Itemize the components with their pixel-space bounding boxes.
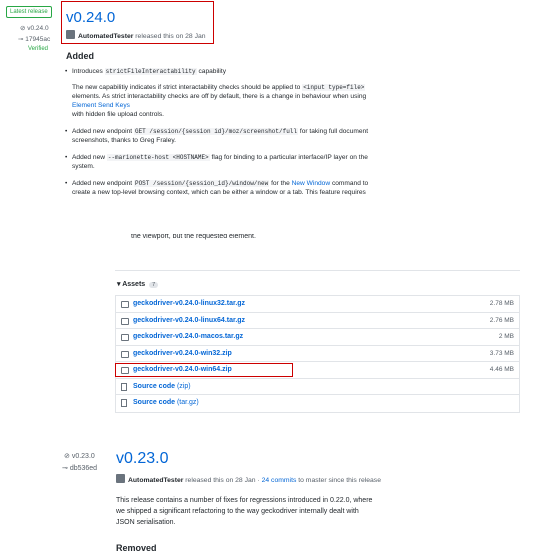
tag-link[interactable]: ⊘ v0.23.0 (64, 452, 95, 460)
assets-toggle[interactable]: ▾ Assets 7 (117, 280, 159, 288)
source-tar-link[interactable]: Source code (tar.gz) (133, 399, 199, 406)
asset-row[interactable]: Source code (tar.gz) (116, 395, 519, 412)
package-icon (121, 301, 129, 308)
inline-code: GET /session/{session id}/moz/screenshot… (133, 128, 299, 135)
asset-size: 3.73 MB (489, 349, 514, 357)
tag-icon: ⊘ (20, 25, 26, 32)
release-title[interactable]: v0.23.0 (116, 450, 168, 468)
tag-label: v0.24.0 (27, 25, 49, 32)
section-heading-removed: Removed (116, 543, 157, 552)
source-zip-link[interactable]: Source code (zip) (133, 383, 191, 390)
item-text: Introduces (72, 68, 103, 75)
avatar[interactable] (116, 474, 125, 483)
asset-link[interactable]: geckodriver-v0.24.0-win32.zip (133, 350, 232, 357)
item-text: elements. As strict interactability chec… (72, 93, 367, 100)
commit-icon: ⊸ (18, 36, 24, 43)
asset-row[interactable]: geckodriver-v0.24.0-macos.tar.gz 2 MB (116, 329, 519, 346)
commit-label: db536ed (69, 465, 98, 472)
commits-suffix: to master since this release (298, 477, 381, 484)
latest-release-badge: Latest release (6, 6, 52, 18)
changes-list: Introduces strictFileInteractability cap… (65, 67, 372, 205)
tag-label: v0.23.0 (71, 453, 95, 460)
author-name[interactable]: AutomatedTester (128, 477, 183, 484)
avatar[interactable] (66, 30, 75, 39)
assets-count: 7 (149, 282, 159, 288)
tag-link[interactable]: ⊘ v0.24.0 (20, 24, 49, 32)
asset-row[interactable]: geckodriver-v0.24.0-linux32.tar.gz 2.78 … (116, 296, 519, 313)
release-title[interactable]: v0.24.0 (66, 9, 115, 26)
asset-link[interactable]: geckodriver-v0.24.0-linux32.tar.gz (133, 300, 245, 307)
commit-link[interactable]: ⊸ db536ed (62, 464, 97, 472)
commit-link[interactable]: ⊸ 17945ac (18, 35, 50, 43)
package-icon (121, 334, 129, 341)
asset-size: 4.46 MB (489, 366, 514, 373)
commit-icon: ⊸ (62, 465, 68, 472)
inline-code: --marionette-host <HOSTNAME> (106, 154, 210, 161)
highlight-box-win64 (115, 363, 293, 377)
divider (115, 270, 520, 271)
commits-link[interactable]: 24 commits (262, 477, 297, 484)
source-label: Source code (133, 382, 176, 390)
item-text: Added new (72, 154, 105, 161)
asset-link[interactable]: geckodriver-v0.24.0-macos.tar.gz (133, 333, 243, 340)
item-text: The new capabilitiy indicates if strict … (72, 84, 301, 91)
inline-code: <input type=file> (302, 84, 366, 91)
release-author-line: AutomatedTester released this on 28 Jan … (116, 474, 381, 484)
new-window-link[interactable]: New Window (292, 180, 330, 187)
item-text: capability (198, 68, 227, 75)
asset-row[interactable]: Source code (zip) (116, 379, 519, 395)
release-date: released this on 28 Jan · (185, 477, 260, 484)
item-text: with hidden file upload controls. (72, 111, 165, 118)
author-name[interactable]: AutomatedTester (78, 33, 133, 40)
list-item: Introduces strictFileInteractability cap… (65, 67, 372, 119)
element-send-keys-link[interactable]: Element Send Keys (72, 102, 130, 109)
release-description: This release contains a number of fixes … (116, 497, 373, 526)
caret-down-icon: ▾ (117, 281, 121, 288)
source-label: Source code (133, 399, 176, 406)
tag-icon: ⊘ (64, 453, 70, 460)
asset-row[interactable]: geckodriver-v0.24.0-linux64.tar.gz 2.76 … (116, 313, 519, 329)
item-text: Added new endpoint (72, 180, 133, 187)
package-icon (121, 350, 129, 358)
source-ext: (tar.gz) (176, 399, 199, 406)
list-item: Added new --marionette-host <HOSTNAME> f… (65, 153, 372, 171)
asset-size: 2.76 MB (489, 316, 514, 324)
file-zip-icon (121, 399, 127, 407)
source-ext: (zip) (176, 382, 191, 390)
list-item: Added new endpoint POST /session/{sessio… (65, 179, 372, 197)
verified-badge: Verified (28, 46, 49, 52)
file-zip-icon (121, 382, 127, 391)
commit-label: 17945ac (25, 36, 51, 43)
item-text: for the (271, 180, 290, 187)
item-text: Added new endpoint (72, 128, 133, 135)
item-paragraph: The new capabilitiy indicates if strict … (72, 83, 372, 119)
assets-list: geckodriver-v0.24.0-linux32.tar.gz 2.78 … (115, 295, 520, 413)
release-v0-24-0-panel: Latest release ⊘ v0.24.0 ⊸ 17945ac Verif… (0, 0, 557, 234)
asset-size: 2.78 MB (489, 300, 514, 307)
inline-code: POST /session/{session_id}/window/new (133, 180, 270, 187)
package-icon (121, 317, 129, 325)
assets-label: Assets (122, 281, 146, 288)
asset-row[interactable]: geckodriver-v0.24.0-win32.zip 3.73 MB (116, 346, 519, 362)
release-author-line: AutomatedTester released this on 28 Jan (66, 30, 206, 40)
asset-size: 2 MB (498, 333, 514, 340)
release-date: released this on 28 Jan (135, 33, 206, 40)
asset-link[interactable]: geckodriver-v0.24.0-linux64.tar.gz (133, 317, 245, 324)
list-item: Added new endpoint GET /session/{session… (65, 127, 372, 145)
section-heading-added: Added (66, 51, 94, 61)
inline-code: strictFileInteractability (104, 68, 197, 75)
